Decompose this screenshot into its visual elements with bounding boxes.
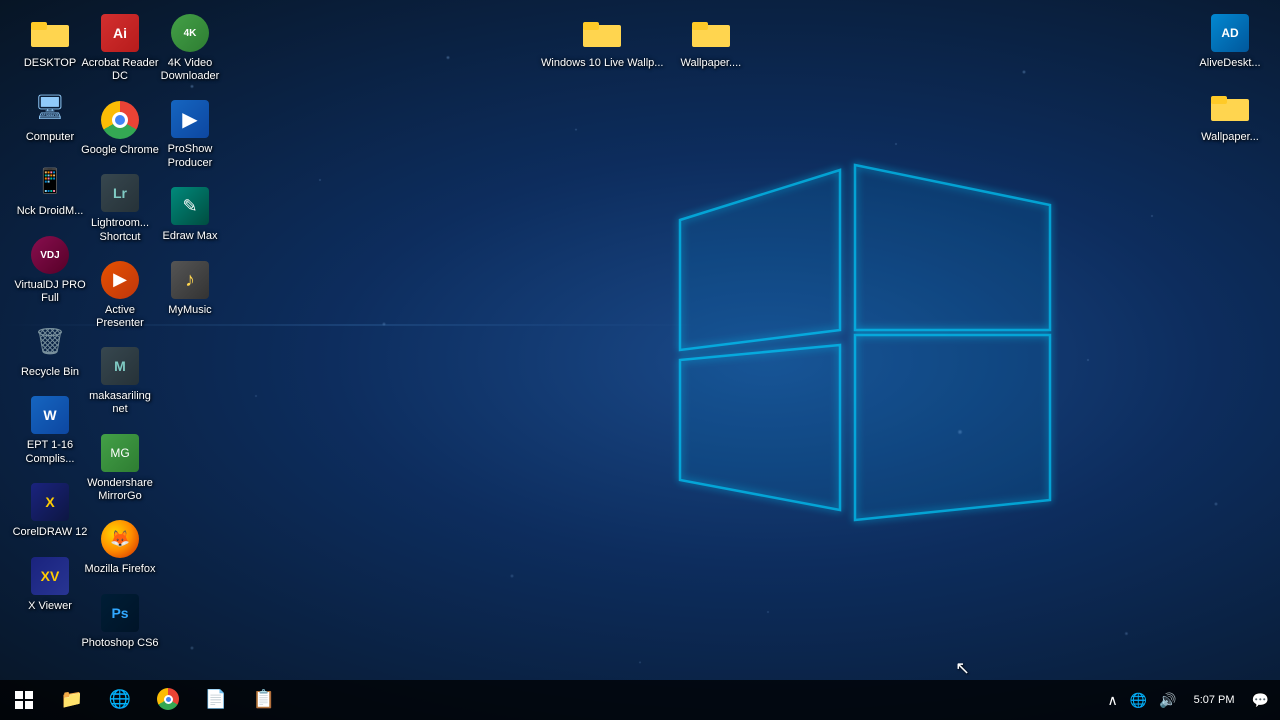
- wondershare-mirrogo-icon[interactable]: MG Wondershare MirrorGo: [77, 427, 163, 509]
- 4k-video-downloader-icon[interactable]: 4K 4K Video Downloader: [147, 7, 233, 89]
- explorer-taskbar-icon: 📁: [61, 689, 83, 710]
- wallpaper-folder-right[interactable]: Wallpaper...: [1187, 81, 1273, 151]
- top-center-icons: Windows 10 Live Wallp... Wallpaper....: [530, 0, 752, 84]
- taskbar-icon-4: 📄: [205, 689, 227, 710]
- mouse-cursor: ↖: [955, 658, 970, 679]
- tray-volume[interactable]: 🔊: [1156, 690, 1179, 711]
- proshow-producer-icon[interactable]: ▶ ProShow Producer: [147, 93, 233, 175]
- desktop-icons-right: AD AliveDeskt... Wallpaper...: [1180, 0, 1280, 158]
- taskbar-icon-5: 📋: [253, 689, 275, 710]
- taskbar-item-explorer[interactable]: 📁: [48, 680, 96, 720]
- taskbar-item-4[interactable]: 📄: [192, 680, 240, 720]
- wallpaper-folder-top[interactable]: Wallpaper....: [676, 7, 745, 77]
- start-button[interactable]: [0, 680, 48, 720]
- mozilla-firefox-icon[interactable]: 🦊 Mozilla Firefox: [77, 513, 163, 583]
- edraw-max-icon[interactable]: ✎ Edraw Max: [147, 180, 233, 250]
- system-clock[interactable]: 5:07 PM: [1186, 693, 1243, 707]
- makasariling-net-icon[interactable]: M makasariling net: [77, 340, 163, 422]
- chrome-taskbar-icon: [157, 688, 179, 710]
- system-tray: ∧ 🌐 🔊 5:07 PM 💬: [1096, 680, 1280, 720]
- mymusic-icon[interactable]: ♪ MyMusic: [147, 254, 233, 324]
- taskbar-item-ie[interactable]: 🌐: [96, 680, 144, 720]
- tray-network[interactable]: 🌐: [1127, 690, 1150, 711]
- tray-notifications[interactable]: 💬: [1249, 690, 1272, 711]
- clock-time: 5:07 PM: [1194, 693, 1235, 707]
- photoshop-cs6-icon[interactable]: Ps Photoshop CS6: [77, 587, 163, 657]
- ie-taskbar-icon: 🌐: [109, 689, 131, 710]
- start-icon: [15, 691, 33, 709]
- taskbar-item-chrome[interactable]: [144, 680, 192, 720]
- alivedeskt-icon[interactable]: AD AliveDeskt...: [1187, 7, 1273, 77]
- windows10-livewallpaper-folder[interactable]: Windows 10 Live Wallp...: [537, 7, 667, 77]
- taskbar-item-5[interactable]: 📋: [240, 680, 288, 720]
- windows-logo: [620, 140, 1100, 560]
- desktop-icons-col3: 4K 4K Video Downloader ▶ ProShow Produce…: [140, 0, 240, 331]
- taskbar: 📁 🌐 📄 📋 ∧ 🌐 🔊 5:07 PM 💬: [0, 680, 1280, 720]
- tray-chevron[interactable]: ∧: [1104, 690, 1120, 711]
- taskbar-items: 📁 🌐 📄 📋: [48, 680, 1096, 720]
